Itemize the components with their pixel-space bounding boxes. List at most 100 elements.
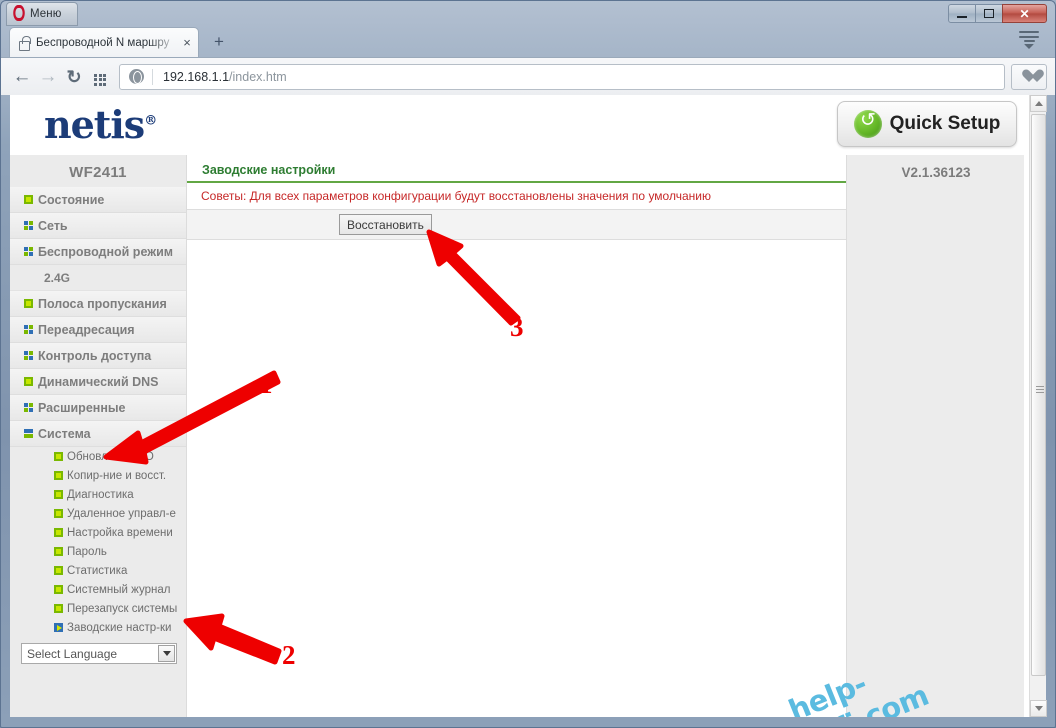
close-window-button[interactable]: ✕ xyxy=(1002,4,1047,23)
netis-logo: netis® xyxy=(44,102,157,147)
sidebar-item-6[interactable]: Контроль доступа xyxy=(10,343,186,369)
quad-blocks-icon xyxy=(24,247,33,256)
submenu-item-0[interactable]: Обновление ПО xyxy=(10,447,186,466)
green-dot-icon xyxy=(54,509,63,518)
sidebar-item-label: Состояние xyxy=(38,192,105,207)
url-host: 192.168.1.1 xyxy=(163,69,230,84)
sidebar-item-4[interactable]: Полоса пропускания xyxy=(10,291,186,317)
router-model-label: WF2411 xyxy=(69,164,127,181)
router-body: WF2411 Состояние Сеть Беспроводной режим 2.… xyxy=(10,155,1024,717)
blue-play-icon xyxy=(54,623,63,632)
submenu-item-label: Пароль xyxy=(67,545,107,558)
navigation-bar: ← → ↻ 192.168.1.1/index.htm xyxy=(1,57,1055,95)
quick-setup-button[interactable]: Quick Setup xyxy=(837,101,1017,147)
reload-button[interactable]: ↻ xyxy=(61,64,87,90)
brand-text: netis xyxy=(44,102,145,147)
submenu-item-7[interactable]: Системный журнал xyxy=(10,580,186,599)
hamburger-line xyxy=(1019,35,1039,38)
green-dot-icon xyxy=(54,471,63,480)
opera-menu-button[interactable]: Меню xyxy=(6,2,78,26)
minimize-button[interactable] xyxy=(948,4,976,23)
maximize-button[interactable] xyxy=(975,4,1003,23)
opera-menu-label: Меню xyxy=(30,8,62,20)
grid-cell xyxy=(94,78,97,81)
chevron-up-icon xyxy=(1034,101,1043,106)
green-dot-icon xyxy=(54,490,63,499)
sidebar-item-9[interactable]: Система xyxy=(10,421,186,447)
tab-wireless-router[interactable]: Беспроводной N маршру × xyxy=(9,27,199,57)
submenu-item-label: Системный журнал xyxy=(67,583,171,596)
quick-setup-label: Quick Setup xyxy=(889,113,1001,134)
page-scrollbar[interactable] xyxy=(1029,95,1047,717)
scrollbar-grip-icon xyxy=(1036,386,1044,393)
action-row: Восстановить xyxy=(187,210,846,240)
submenu-item-1[interactable]: Копир-ние и восст. xyxy=(10,466,186,485)
firmware-version-label: V2.1.36123 xyxy=(901,165,971,180)
heart-icon xyxy=(1022,70,1037,84)
submenu-item-2[interactable]: Диагностика xyxy=(10,485,186,504)
sidebar-item-label: Контроль доступа xyxy=(38,348,152,363)
submenu-item-8[interactable]: Перезапуск системы xyxy=(10,599,186,618)
hamburger-line xyxy=(1019,31,1039,33)
sidebar-item-label: Сеть xyxy=(38,218,68,233)
green-dot-icon xyxy=(24,377,33,386)
router-header: netis® Quick Setup xyxy=(10,95,1024,155)
language-select[interactable]: Select Language xyxy=(21,643,177,664)
system-submenu: Обновление ПО Копир-ние и восст. Диагности… xyxy=(10,447,186,637)
quad-blocks-icon xyxy=(24,221,33,230)
submenu-item-5[interactable]: Пароль xyxy=(10,542,186,561)
lock-favicon-icon xyxy=(18,35,31,51)
sidebar-item-2[interactable]: Беспроводной режим xyxy=(10,239,186,265)
back-button[interactable]: ← xyxy=(9,64,35,90)
tab-title: Беспроводной N маршру xyxy=(36,36,170,49)
minimize-icon xyxy=(957,15,967,18)
sidebar-item-7[interactable]: Динамический DNS xyxy=(10,369,186,395)
scrollbar-thumb[interactable] xyxy=(1031,114,1046,676)
submenu-item-6[interactable]: Статистика xyxy=(10,561,186,580)
sidebar-item-3[interactable]: 2.4G xyxy=(10,265,186,291)
submenu-item-3[interactable]: Удаленное управл-е xyxy=(10,504,186,523)
language-dropdown-button[interactable] xyxy=(158,645,175,662)
grid-cell xyxy=(103,78,106,81)
address-bar[interactable]: 192.168.1.1/index.htm xyxy=(119,63,1005,90)
green-dot-icon xyxy=(54,452,63,461)
speed-dial-icon[interactable] xyxy=(87,64,113,90)
grid-cell xyxy=(98,73,102,77)
maximize-icon xyxy=(984,9,994,18)
url-text: 192.168.1.1/index.htm xyxy=(163,70,287,84)
new-tab-button[interactable]: + xyxy=(209,33,229,53)
hamburger-chevron-down-icon xyxy=(1024,43,1034,49)
sidebar: WF2411 Состояние Сеть Беспроводной режим 2.… xyxy=(10,155,187,717)
restore-button[interactable]: Восстановить xyxy=(339,214,432,235)
grip-line xyxy=(1036,389,1044,390)
submenu-item-label: Диагностика xyxy=(67,488,134,501)
grip-line xyxy=(1036,392,1044,393)
green-dot-icon xyxy=(54,547,63,556)
close-icon: ✕ xyxy=(1019,6,1030,21)
green-dot-icon xyxy=(54,528,63,537)
grid-cell xyxy=(94,73,97,77)
sidebar-item-5[interactable]: Переадресация xyxy=(10,317,186,343)
refresh-circle-icon xyxy=(853,110,882,138)
submenu-item-label: Копир-ние и восст. xyxy=(67,469,167,482)
scroll-down-button[interactable] xyxy=(1030,700,1047,717)
submenu-item-label: Заводские настр-ки xyxy=(67,621,172,634)
content-panel: Заводские настройки Советы: Для всех пар… xyxy=(187,155,847,717)
window-controls: ✕ xyxy=(948,4,1047,23)
bookmark-button[interactable] xyxy=(1011,63,1047,90)
grip-line xyxy=(1036,386,1044,387)
language-select-value: Select Language xyxy=(27,646,118,661)
sidebar-item-1[interactable]: Сеть xyxy=(10,213,186,239)
submenu-item-9[interactable]: Заводские настр-ки xyxy=(10,618,186,637)
chevron-down-icon xyxy=(1034,706,1043,711)
sidebar-item-0[interactable]: Состояние xyxy=(10,187,186,213)
submenu-item-4[interactable]: Настройка времени xyxy=(10,523,186,542)
sidebar-item-8[interactable]: Расширенные xyxy=(10,395,186,421)
sidebar-item-label: Система xyxy=(38,426,91,441)
green-dot-icon xyxy=(54,604,63,613)
forward-button[interactable]: → xyxy=(35,64,61,90)
browser-menu-icon[interactable] xyxy=(1019,31,1039,49)
scroll-up-button[interactable] xyxy=(1030,95,1047,112)
tab-close-icon[interactable]: × xyxy=(180,35,194,50)
green-dot-icon xyxy=(24,195,33,204)
